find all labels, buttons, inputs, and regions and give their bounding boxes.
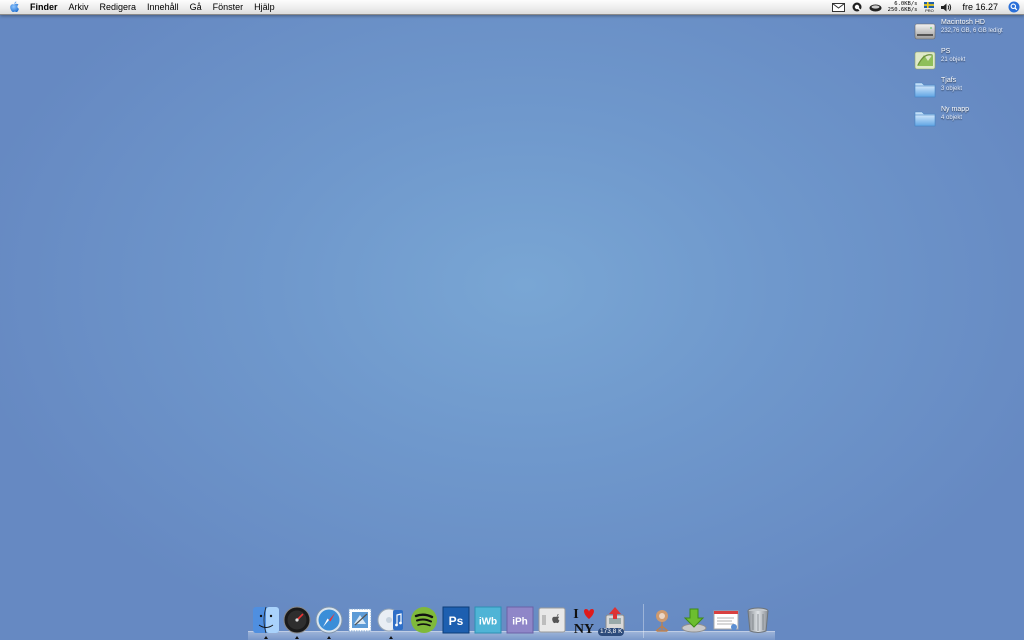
running-indicator	[327, 636, 331, 639]
running-indicator	[264, 636, 268, 639]
menu-redigera[interactable]: Redigera	[100, 0, 137, 14]
menu-innehall[interactable]: Innehåll	[147, 0, 179, 14]
hard-drive-icon	[914, 23, 936, 40]
safari-icon	[315, 606, 343, 634]
network-meter[interactable]: 6.0KB/s 250.6KB/s	[888, 1, 918, 13]
desktop-item-label: PS	[941, 48, 951, 55]
folder-icon	[914, 82, 936, 98]
dock-network-folder[interactable]	[647, 604, 677, 636]
dock-mail[interactable]	[345, 604, 375, 636]
dock-separator	[643, 604, 644, 638]
desktop-item-ny-mapp[interactable]: Ny mapp 4 objekt	[914, 106, 1022, 135]
iphoto-label: iPh	[512, 617, 528, 628]
net-down-rate: 250.6KB/s	[887, 7, 918, 13]
iphoto-icon: iPh	[506, 606, 534, 634]
iweb-icon: iWb	[474, 606, 502, 634]
desktop-item-tjafs[interactable]: Tjafs 3 objekt	[914, 77, 1022, 106]
spotlight-icon[interactable]	[1008, 0, 1020, 14]
menu-bar: Finder Arkiv Redigera Innehåll Gå Fönste…	[0, 0, 1024, 15]
dock-finder[interactable]	[251, 604, 281, 639]
quicksilver-icon[interactable]	[852, 0, 862, 14]
iweb-label: iWb	[479, 617, 497, 628]
dashboard-icon	[283, 606, 311, 634]
desktop-item-info: 4 objekt	[941, 115, 963, 121]
dock-spotify[interactable]	[409, 604, 439, 636]
dock-i-love-ny[interactable]: I NY	[569, 604, 599, 636]
volume-icon[interactable]	[941, 0, 952, 14]
desktop-item-info: 21 objekt	[941, 57, 966, 63]
dock-system-preferences[interactable]	[537, 604, 567, 636]
dock-photoshop[interactable]: Ps	[441, 604, 471, 636]
desktop-item-label: Tjafs	[941, 77, 957, 84]
dock-safari[interactable]	[314, 604, 344, 639]
running-indicator	[389, 636, 393, 639]
desktop-item-label: Macintosh HD	[941, 19, 985, 26]
image-folder-icon	[914, 51, 936, 70]
i-love-ny-icon: I NY	[573, 607, 594, 635]
menu-ga[interactable]: Gå	[190, 0, 202, 14]
ps-label: Ps	[449, 614, 464, 628]
i-love-ny-i: I	[573, 607, 578, 622]
mail-icon[interactable]	[831, 0, 845, 14]
desktop-item-info: 3 objekt	[941, 86, 963, 92]
menu-arkiv[interactable]: Arkiv	[69, 0, 89, 14]
i-love-ny-ny: NY	[574, 622, 594, 635]
menu-hjalp[interactable]: Hjälp	[254, 0, 275, 14]
desktop-item-macintosh-hd[interactable]: Macintosh HD 232,76 GB, 6 GB ledigt	[914, 19, 1022, 48]
itunes-icon	[377, 608, 403, 632]
system-preferences-icon	[538, 607, 566, 633]
apple-menu-icon[interactable]	[8, 0, 21, 14]
trash-icon	[747, 607, 769, 633]
mail-stamp-icon	[348, 608, 372, 632]
folder-icon	[914, 111, 936, 127]
desktop-item-info: 232,76 GB, 6 GB ledigt	[941, 28, 1003, 34]
desktop-item-label: Ny mapp	[941, 106, 970, 113]
running-indicator	[295, 636, 299, 639]
dock-trash[interactable]	[743, 604, 773, 636]
spotify-icon	[411, 607, 437, 633]
menu-finder[interactable]: Finder	[30, 0, 58, 14]
photoshop-icon: Ps	[442, 606, 470, 634]
documents-stack-icon	[713, 610, 739, 630]
dock-dashboard[interactable]	[282, 604, 312, 639]
network-folder-icon	[655, 610, 669, 632]
dock-iphoto[interactable]: iPh	[505, 604, 535, 636]
dock-iweb[interactable]: iWb	[473, 604, 503, 636]
transfer-badge: 173,8 K	[598, 628, 625, 636]
input-label: PRO	[925, 7, 934, 13]
coffee-icon[interactable]	[869, 0, 882, 14]
menu-clock[interactable]: fre 16.27	[962, 0, 998, 14]
dock-documents-stack[interactable]	[711, 604, 741, 636]
downloads-stack-icon	[681, 608, 707, 633]
desktop-icons: Macintosh HD 232,76 GB, 6 GB ledigt PS 2…	[914, 19, 1022, 135]
input-flag-icon[interactable]: PRO	[924, 0, 935, 14]
dock-downloads-stack[interactable]	[679, 604, 709, 636]
desktop-item-ps[interactable]: PS 21 objekt	[914, 48, 1022, 77]
finder-icon	[253, 606, 279, 634]
dock-itunes[interactable]	[376, 604, 406, 639]
dock: Ps iWb iPh I NY	[248, 604, 775, 640]
menu-fonster[interactable]: Fönster	[213, 0, 244, 14]
